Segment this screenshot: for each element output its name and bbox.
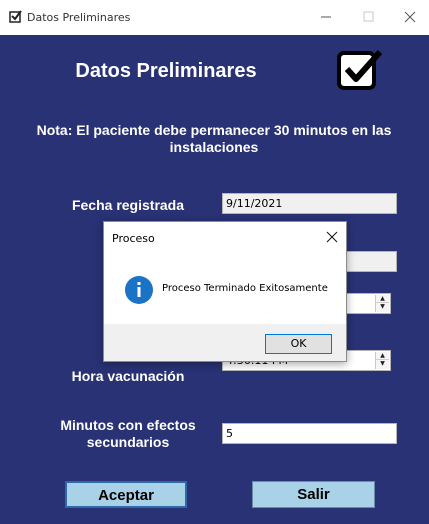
hora-vacunacion-label: Hora vacunación [71,368,185,384]
fecha-label: Fecha registrada [71,197,185,213]
dialog-message: Proceso Terminado Exitosamente [162,283,328,294]
dialog-title: Proceso [112,232,155,245]
page-title: Datos Preliminares [75,60,257,82]
checkbox-icon [337,50,383,90]
spin-up-icon[interactable]: ▲ [376,352,389,360]
note-text: Nota: El paciente debe permanecer 30 min… [36,122,392,155]
fecha-field[interactable]: 9/11/2021 [222,193,397,214]
minutos-input[interactable]: 5 [222,423,397,444]
close-icon[interactable] [398,6,422,28]
salir-button[interactable]: Salir [252,481,375,508]
message-dialog: Proceso Proceso Terminado Exitosamente O… [103,221,347,362]
close-icon[interactable] [322,228,342,246]
spin-down-icon[interactable]: ▼ [376,303,389,311]
spin-down-icon[interactable]: ▼ [376,360,389,368]
checkbox-icon [9,10,22,23]
minimize-icon[interactable] [314,6,338,28]
dialog-footer: OK [104,324,346,361]
spin-up-icon[interactable]: ▲ [376,295,389,303]
ok-button[interactable]: OK [265,334,332,354]
title-bar: Datos Preliminares [0,0,429,35]
minutos-label: Minutos con efectos secundarios [60,417,196,450]
hora-inicio-spinner[interactable]: ▲ ▼ [375,295,389,312]
maximize-icon[interactable] [356,6,380,28]
info-icon [125,276,153,304]
window-title: Datos Preliminares [27,11,131,24]
aceptar-button[interactable]: Aceptar [65,481,187,508]
hora-vacunacion-spinner[interactable]: ▲ ▼ [375,352,389,369]
